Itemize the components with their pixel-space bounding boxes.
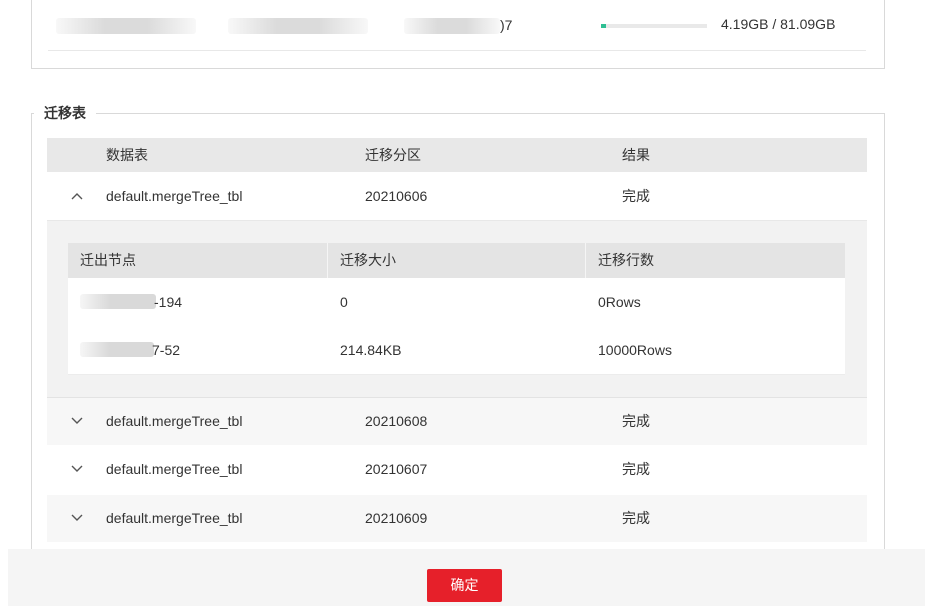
detail-size: 0 [340,294,348,310]
redacted-node-host [228,18,368,34]
node-id-suffix: )7 [500,17,513,33]
redacted-node-id [404,18,500,34]
storage-usage-fill [601,24,607,28]
table-row[interactable]: default.mergeTree_tbl 20210607 完成 [47,446,867,493]
storage-usage-text: 4.19GB / 81.09GB [721,16,836,32]
detail-table-header: 迁出节点 迁移大小 迁移行数 [68,243,845,278]
row-partition: 20210606 [365,188,428,204]
row-table-name: default.mergeTree_tbl [106,188,243,204]
header-migration-rows: 迁移行数 [598,252,654,268]
chevron-down-icon[interactable] [71,446,85,493]
detail-rows: 0Rows [598,294,641,310]
row-detail-panel: 迁出节点 迁移大小 迁移行数 -194 0 0Rows 7-52 214.84K… [47,221,867,398]
row-table-name: default.mergeTree_tbl [106,413,243,429]
row-partition: 20210608 [365,413,428,429]
table-row[interactable]: default.mergeTree_tbl 20210606 完成 [47,173,867,221]
redacted-node-name [80,342,154,357]
detail-node: -194 [154,294,183,310]
row-partition: 20210609 [365,510,428,526]
row-partition: 20210607 [365,461,428,477]
table-row[interactable]: default.mergeTree_tbl 20210609 完成 [47,495,867,542]
chevron-down-icon[interactable] [71,398,85,445]
migration-section-title: 迁移表 [34,105,96,121]
header-partition: 迁移分区 [365,147,421,163]
table-row[interactable]: default.mergeTree_tbl 20210608 完成 [47,398,867,445]
chevron-up-icon[interactable] [71,173,85,220]
node-storage-row: )7 4.19GB / 81.09GB [48,0,866,51]
header-result: 结果 [622,147,650,163]
detail-row: -194 0 0Rows [68,278,845,327]
redacted-node-name [80,294,156,309]
row-table-name: default.mergeTree_tbl [106,510,243,526]
header-table: 数据表 [106,147,148,163]
detail-size: 214.84KB [340,342,402,358]
chevron-down-icon[interactable] [71,495,85,542]
migration-table-header: 数据表 迁移分区 结果 [47,138,867,172]
redacted-node-name [56,18,196,34]
row-table-name: default.mergeTree_tbl [106,461,243,477]
header-source-node: 迁出节点 [68,243,328,278]
row-result: 完成 [622,461,650,477]
detail-row: 7-52 214.84KB 10000Rows [68,326,845,375]
node-storage-panel: )7 4.19GB / 81.09GB [31,0,885,69]
header-migration-size: 迁移大小 [328,243,586,278]
confirm-button[interactable]: 确定 [427,569,502,602]
detail-node: 7-52 [152,342,181,358]
row-result: 完成 [622,413,650,429]
storage-usage-bar [601,24,707,28]
row-result: 完成 [622,188,650,204]
row-result: 完成 [622,510,650,526]
detail-rows: 10000Rows [598,342,672,358]
